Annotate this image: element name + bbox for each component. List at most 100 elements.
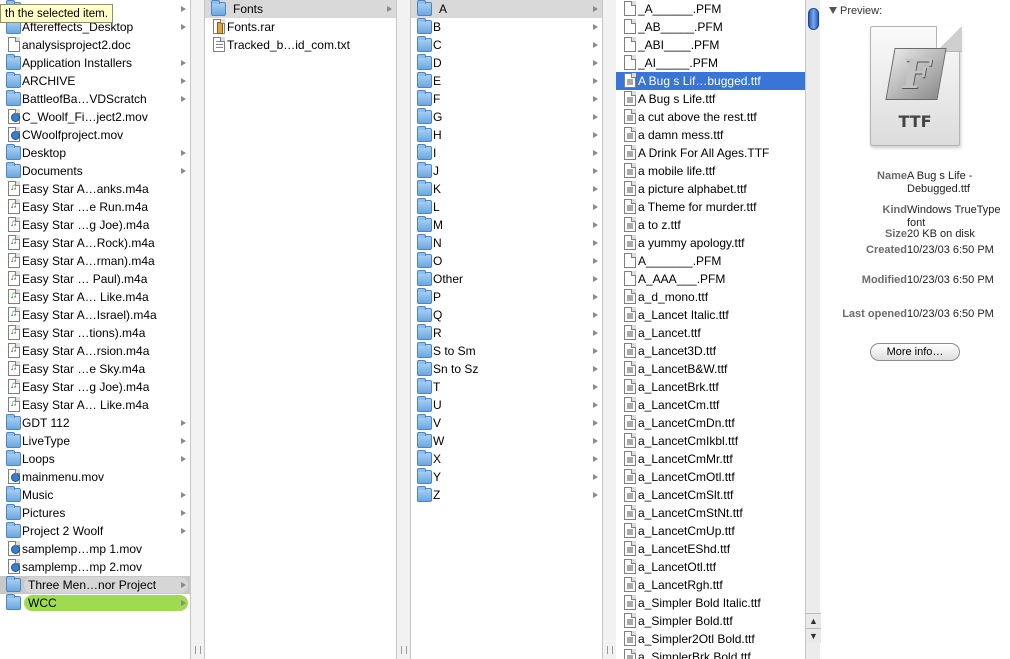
list-item[interactable]: R bbox=[411, 324, 602, 342]
list-item[interactable]: M bbox=[411, 216, 602, 234]
list-item[interactable]: I bbox=[411, 144, 602, 162]
list-item[interactable]: a_Simpler Bold Italic.ttf bbox=[616, 594, 805, 612]
list-item[interactable]: D bbox=[411, 54, 602, 72]
list-item[interactable]: Easy Star A…anks.m4a bbox=[0, 180, 190, 198]
list-item[interactable]: a_LancetRgh.ttf bbox=[616, 576, 805, 594]
column-home[interactable]: Aftereffects_Desktop analysisproject2.doc… bbox=[0, 0, 190, 659]
list-item[interactable]: Fonts bbox=[205, 0, 396, 18]
list-item[interactable]: a_LancetBrk.ttf bbox=[616, 378, 805, 396]
list-item[interactable]: A bbox=[411, 0, 602, 18]
list-item[interactable]: V bbox=[411, 414, 602, 432]
list-item[interactable]: a mobile life.ttf bbox=[616, 162, 805, 180]
column-resizer[interactable] bbox=[602, 0, 617, 659]
list-item[interactable]: F bbox=[411, 90, 602, 108]
list-item[interactable]: E bbox=[411, 72, 602, 90]
list-item[interactable]: B bbox=[411, 18, 602, 36]
list-item[interactable]: Easy Star … Paul).m4a bbox=[0, 270, 190, 288]
list-item[interactable]: Easy Star …g Joe).m4a bbox=[0, 216, 190, 234]
list-item[interactable]: Q bbox=[411, 306, 602, 324]
list-item[interactable]: J bbox=[411, 162, 602, 180]
list-item[interactable]: A Bug s Lif…bugged.ttf bbox=[616, 72, 805, 90]
list-item[interactable]: A Bug s Life.ttf bbox=[616, 90, 805, 108]
list-item[interactable]: Desktop bbox=[0, 144, 190, 162]
list-item[interactable]: a_LancetCmSlt.ttf bbox=[616, 486, 805, 504]
list-item[interactable]: a_LancetCmStNt.ttf bbox=[616, 504, 805, 522]
list-item[interactable]: samplemp…mp 2.mov bbox=[0, 558, 190, 576]
list-item[interactable]: a_Lancet.ttf bbox=[616, 324, 805, 342]
list-item[interactable]: S to Sm bbox=[411, 342, 602, 360]
list-item[interactable]: P bbox=[411, 288, 602, 306]
list-item[interactable]: _ABI____.PFM bbox=[616, 36, 805, 54]
list-item[interactable]: Easy Star A…rman).m4a bbox=[0, 252, 190, 270]
scroll-up-button[interactable]: ▲ bbox=[806, 613, 821, 628]
list-item[interactable]: Application Installers bbox=[0, 54, 190, 72]
list-item[interactable]: a cut above the rest.ttf bbox=[616, 108, 805, 126]
list-item[interactable]: C bbox=[411, 36, 602, 54]
column-wcc[interactable]: Fonts Fonts.rar Tracked_b…id_com.txt bbox=[205, 0, 396, 659]
list-item[interactable]: C_Woolf_Fi…ject2.mov bbox=[0, 108, 190, 126]
list-item[interactable]: Y bbox=[411, 468, 602, 486]
list-item[interactable]: A_______.PFM bbox=[616, 252, 805, 270]
list-item[interactable]: A_AAA___.PFM bbox=[616, 270, 805, 288]
list-item[interactable]: a to z.ttf bbox=[616, 216, 805, 234]
list-item[interactable]: a_LancetEShd.ttf bbox=[616, 540, 805, 558]
list-item[interactable]: a_d_mono.ttf bbox=[616, 288, 805, 306]
list-item[interactable]: Other bbox=[411, 270, 602, 288]
list-item[interactable]: a yummy apology.ttf bbox=[616, 234, 805, 252]
list-item[interactable]: Three Men…nor Project bbox=[0, 576, 190, 594]
list-item[interactable]: _A______.PFM bbox=[616, 0, 805, 18]
list-item[interactable]: a_LancetCm.ttf bbox=[616, 396, 805, 414]
list-item[interactable]: Easy Star …e Run.m4a bbox=[0, 198, 190, 216]
preview-header[interactable]: Preview: bbox=[829, 5, 882, 17]
vertical-scrollbar[interactable]: ▲ ▼ bbox=[805, 0, 821, 659]
list-item[interactable]: G bbox=[411, 108, 602, 126]
list-item[interactable]: a_Simpler2Otl Bold.ttf bbox=[616, 630, 805, 648]
list-item[interactable]: Tracked_b…id_com.txt bbox=[205, 36, 396, 54]
list-item[interactable]: X bbox=[411, 450, 602, 468]
list-item[interactable]: L bbox=[411, 198, 602, 216]
list-item[interactable]: GDT 112 bbox=[0, 414, 190, 432]
list-item[interactable]: Easy Star A… Like.m4a bbox=[0, 288, 190, 306]
scroll-down-button[interactable]: ▼ bbox=[806, 628, 821, 643]
list-item[interactable]: analysisproject2.doc bbox=[0, 36, 190, 54]
list-item[interactable]: a_LancetCmMr.ttf bbox=[616, 450, 805, 468]
column-resizer[interactable] bbox=[190, 0, 205, 659]
list-item[interactable]: U bbox=[411, 396, 602, 414]
list-item[interactable]: a_LancetOtl.ttf bbox=[616, 558, 805, 576]
list-item[interactable]: a picture alphabet.ttf bbox=[616, 180, 805, 198]
list-item[interactable]: Easy Star A…Israel).m4a bbox=[0, 306, 190, 324]
list-item[interactable]: LiveType bbox=[0, 432, 190, 450]
more-info-button[interactable]: More info… bbox=[870, 343, 960, 361]
list-item[interactable]: a_LancetB&W.ttf bbox=[616, 360, 805, 378]
list-item[interactable]: Z bbox=[411, 486, 602, 504]
column-fonts-a[interactable]: _A______.PFM _AB_____.PFM _ABI____.PFM _AI_… bbox=[616, 0, 805, 659]
list-item[interactable]: a_LancetCmUp.ttf bbox=[616, 522, 805, 540]
list-item[interactable]: Music bbox=[0, 486, 190, 504]
list-item[interactable]: a_Lancet3D.ttf bbox=[616, 342, 805, 360]
list-item[interactable]: a_LancetCmDn.ttf bbox=[616, 414, 805, 432]
list-item[interactable]: Easy Star A…rsion.m4a bbox=[0, 342, 190, 360]
list-item[interactable]: ARCHIVE bbox=[0, 72, 190, 90]
list-item[interactable]: a_LancetCmIkbl.ttf bbox=[616, 432, 805, 450]
list-item[interactable]: O bbox=[411, 252, 602, 270]
list-item[interactable]: a damn mess.ttf bbox=[616, 126, 805, 144]
list-item[interactable]: Sn to Sz bbox=[411, 360, 602, 378]
list-item[interactable]: A Drink For All Ages.TTF bbox=[616, 144, 805, 162]
list-item[interactable]: W bbox=[411, 432, 602, 450]
list-item[interactable]: Easy Star A…Rock).m4a bbox=[0, 234, 190, 252]
scrollbar-thumb[interactable] bbox=[808, 8, 819, 30]
list-item[interactable]: K bbox=[411, 180, 602, 198]
list-item[interactable]: mainmenu.mov bbox=[0, 468, 190, 486]
list-item[interactable]: Easy Star …e Sky.m4a bbox=[0, 360, 190, 378]
list-item[interactable]: Easy Star A… Like.m4a bbox=[0, 396, 190, 414]
list-item[interactable]: Loops bbox=[0, 450, 190, 468]
list-item[interactable]: BattleofBa…VDScratch bbox=[0, 90, 190, 108]
column-resizer[interactable] bbox=[396, 0, 411, 659]
list-item[interactable]: a_LancetCmOtl.ttf bbox=[616, 468, 805, 486]
list-item[interactable]: Documents bbox=[0, 162, 190, 180]
list-item[interactable]: N bbox=[411, 234, 602, 252]
list-item[interactable]: a_Lancet Italic.ttf bbox=[616, 306, 805, 324]
column-fonts[interactable]: A B C D E F G H I J K L M N O Other P Q R S to Sm Sn to Sz T U… bbox=[411, 0, 602, 659]
list-item[interactable]: _AB_____.PFM bbox=[616, 18, 805, 36]
list-item[interactable]: samplemp…mp 1.mov bbox=[0, 540, 190, 558]
